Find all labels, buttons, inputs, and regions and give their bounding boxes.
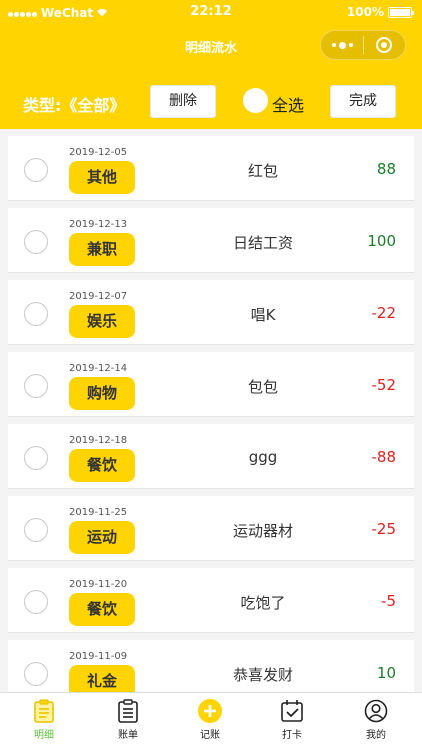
record-note: 包包 [247,378,278,396]
select-radio[interactable] [24,518,48,542]
more-dot-icon [348,43,353,47]
battery-indicator: 100% [346,5,414,19]
record-note: 唱K [250,306,276,324]
divider [8,272,414,273]
list-item[interactable]: 2019-12-13 兼职 日结工资 100 [8,208,414,280]
category-tag: 兼职 [69,233,135,266]
list-item[interactable]: 2019-12-05 其他 红包 88 [8,136,414,208]
record-date: 2019-11-25 [69,507,128,518]
battery-icon [388,6,414,18]
records-list[interactable]: 2019-12-05 其他 红包 88 2019-12-13 兼职 日结工资 1… [8,136,414,692]
list-item[interactable]: 2019-12-14 购物 包包 -52 [8,352,414,424]
tab-label: 记账 [200,730,220,741]
category-tag: 其他 [69,161,135,194]
record-amount: -22 [371,304,397,322]
divider [8,416,414,417]
record-date: 2019-12-18 [69,435,128,446]
tab-bar: 明细 账单 记账 打卡 我的 [0,692,422,746]
plus-circle-icon [198,698,222,724]
divider [8,632,414,633]
record-date: 2019-11-20 [69,579,128,590]
tab-label: 账单 [118,730,138,741]
select-radio[interactable] [24,662,48,686]
select-radio[interactable] [24,590,48,614]
category-tag: 购物 [69,377,135,410]
tab-label: 明细 [34,730,54,741]
status-bar: WeChat 22:12 100% [0,0,422,26]
record-note: 运动器材 [232,522,293,540]
record-amount: -5 [381,592,396,610]
category-tag: 礼金 [69,665,135,692]
record-date: 2019-11-09 [69,651,128,662]
select-all-label[interactable]: 全选 [272,92,304,116]
record-note: 恭喜发财 [232,666,293,684]
tab-profile[interactable]: 我的 [334,693,418,746]
select-radio[interactable] [24,302,48,326]
select-radio[interactable] [24,158,48,182]
tab-details[interactable]: 明细 [2,693,86,746]
more-dot-icon [338,41,346,49]
record-amount: 100 [367,232,396,250]
more-dot-icon [331,43,336,47]
record-date: 2019-12-07 [69,291,128,302]
record-amount: 10 [376,664,396,682]
select-radio[interactable] [24,230,48,254]
category-tag: 运动 [69,521,135,554]
list-item[interactable]: 2019-12-07 娱乐 唱K -22 [8,280,414,352]
select-radio[interactable] [24,446,48,470]
select-all-radio[interactable] [243,88,268,113]
nav-bar: 明细流水 [0,26,422,66]
list-item[interactable]: 2019-12-18 餐饮 ggg -88 [8,424,414,496]
list-item[interactable]: 2019-11-09 礼金 恭喜发财 10 [8,640,414,692]
filter-toolbar: 类型:《全部》 删除 全选 完成 [0,66,422,129]
record-note: 红包 [247,162,278,180]
list-item[interactable]: 2019-11-20 餐饮 吃饱了 -5 [8,568,414,640]
calendar-check-icon [280,698,304,724]
record-note: 日结工资 [232,234,293,252]
select-radio[interactable] [24,374,48,398]
list-item[interactable]: 2019-11-25 运动 运动器材 -25 [8,496,414,568]
record-date: 2019-12-13 [69,219,128,230]
divider [8,344,414,345]
bill-icon [116,698,140,724]
close-target-icon [376,37,393,53]
record-amount: -52 [371,376,397,394]
mini-program-capsule [320,30,406,60]
clipboard-icon [32,698,56,724]
record-amount: -25 [371,520,397,538]
done-button[interactable]: 完成 [330,85,396,118]
tab-add-record[interactable]: 记账 [168,693,252,746]
record-amount: 88 [376,160,396,178]
tab-label: 我的 [366,730,386,741]
category-tag: 餐饮 [69,593,135,626]
more-button[interactable] [321,41,363,49]
tab-label: 打卡 [282,730,302,741]
divider [8,560,414,561]
record-date: 2019-12-14 [69,363,128,374]
user-icon [364,698,388,724]
record-amount: -88 [371,448,397,466]
battery-percent: 100% [346,5,384,19]
tab-bill[interactable]: 账单 [86,693,170,746]
delete-button[interactable]: 删除 [150,85,216,118]
category-tag: 娱乐 [69,305,135,338]
divider [8,488,414,489]
category-tag: 餐饮 [69,449,135,482]
type-filter[interactable]: 类型:《全部》 [23,92,125,116]
close-button[interactable] [364,37,405,53]
divider [8,200,414,201]
record-date: 2019-12-05 [69,147,128,158]
tab-check-in[interactable]: 打卡 [250,693,334,746]
record-note: 吃饱了 [240,594,286,612]
record-note: ggg [248,448,278,466]
